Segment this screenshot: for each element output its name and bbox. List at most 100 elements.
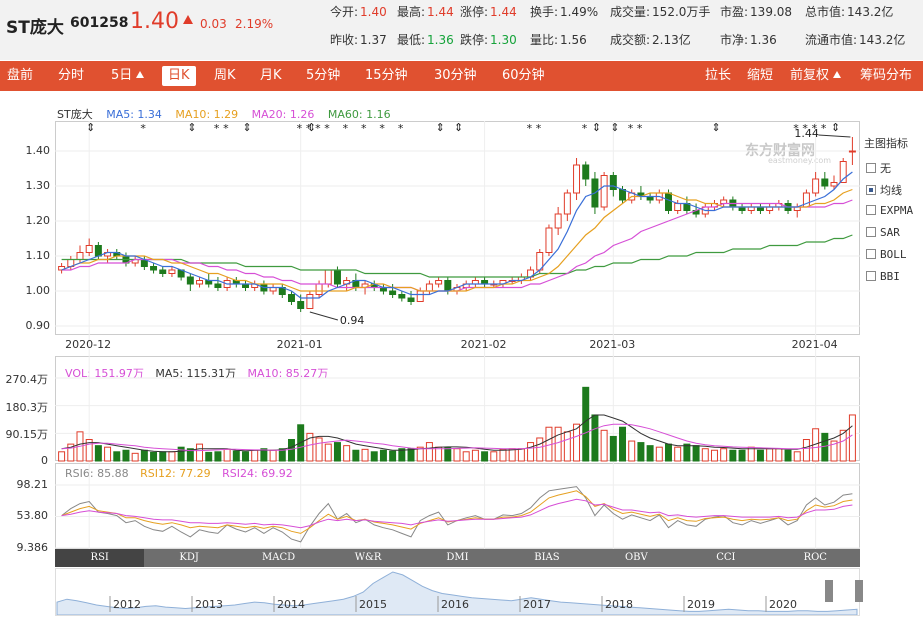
volume-bar — [692, 445, 700, 462]
candle-body — [389, 290, 397, 295]
candle-body — [416, 290, 424, 302]
radio-none[interactable] — [866, 163, 876, 173]
indicator-panel-title: 主图指标 — [864, 137, 908, 150]
volume-bar — [701, 448, 709, 462]
indicator-tab[interactable]: CCI — [681, 549, 770, 567]
volume-bar — [683, 443, 691, 462]
volume-bar — [379, 449, 387, 462]
volume-bar — [343, 445, 351, 462]
candle-body — [287, 294, 295, 302]
y-tick-label: 1.10 — [25, 249, 51, 262]
radio-ma[interactable] — [866, 185, 876, 195]
year-label: 2013 — [195, 598, 223, 611]
indicator-option-bbi-label: BBI — [880, 270, 900, 283]
event-star-icon: * — [213, 122, 220, 135]
volume-bar — [609, 435, 617, 462]
volume-bar — [168, 451, 176, 462]
indicator-option-sar[interactable]: SAR — [866, 226, 900, 239]
candle-body — [821, 178, 829, 187]
volume-bar — [710, 449, 718, 462]
ma5-line — [61, 171, 853, 299]
buy-sell-arrow-icon: ⇕ — [187, 121, 197, 134]
candle-body — [196, 280, 204, 285]
volume-bar — [223, 448, 231, 462]
radio-boll[interactable] — [866, 249, 876, 259]
volume-bar — [159, 451, 167, 462]
event-star-icon: * — [342, 122, 349, 135]
volume-bar — [674, 446, 682, 462]
volume-bar — [747, 446, 755, 462]
volume-bar — [665, 443, 672, 462]
volume-bar — [425, 442, 433, 462]
volume-bar — [793, 451, 801, 462]
candle-body — [94, 245, 102, 257]
event-star-icon: * — [636, 122, 643, 135]
year-label: 2018 — [605, 598, 633, 611]
volume-bar — [352, 449, 360, 462]
volume-bar — [196, 443, 204, 462]
indicator-tab[interactable]: W&R — [323, 549, 412, 567]
indicator-tab[interactable]: BIAS — [502, 549, 591, 567]
y-tick-label: 1.00 — [25, 284, 51, 297]
y-tick-label: 1.40 — [25, 144, 51, 157]
radio-bbi[interactable] — [866, 271, 876, 281]
candle-body — [306, 294, 314, 309]
event-star-icon: * — [526, 122, 533, 135]
candle-body — [830, 182, 838, 187]
event-star-icon: * — [324, 122, 330, 135]
indicator-tab[interactable]: KDJ — [144, 549, 233, 567]
indicator-option-expma[interactable]: EXPMA — [866, 204, 913, 217]
y-tick-label: 53.80 — [16, 509, 49, 523]
indicator-option-none[interactable]: 无 — [866, 160, 891, 176]
volume-bar — [242, 451, 249, 462]
y-tick-label: 0.90 — [25, 319, 51, 332]
indicator-tab[interactable]: DMI — [413, 549, 502, 567]
volume-bar — [848, 414, 856, 462]
y-tick-label: 1.30 — [25, 179, 51, 192]
event-star-icon: * — [296, 122, 303, 135]
buy-sell-arrow-icon: ⇕ — [435, 121, 445, 134]
candle-body — [545, 227, 553, 253]
volume-bar — [481, 451, 489, 462]
volume-bar — [177, 446, 185, 462]
volume-bar — [444, 446, 452, 462]
radio-expma[interactable] — [866, 205, 876, 215]
event-star-icon: * — [223, 122, 229, 135]
indicator-option-boll[interactable]: BOLL — [866, 248, 907, 261]
volume-bar — [802, 439, 810, 462]
volume-bar — [389, 450, 397, 462]
volume-bar — [655, 446, 663, 462]
volume-bar — [232, 450, 240, 462]
event-star-icon: * — [535, 122, 542, 135]
y-tick-label: 180.3万 — [5, 400, 49, 414]
volume-bar — [58, 451, 66, 462]
buy-sell-arrow-icon: ⇕ — [454, 121, 464, 134]
indicator-option-ma[interactable]: 均线 — [866, 182, 902, 198]
low-annotation-line — [309, 311, 339, 321]
buy-sell-arrow-icon: ⇕ — [831, 121, 841, 134]
buy-sell-arrow-icon: ⇕ — [591, 121, 602, 134]
volume-bar — [333, 442, 341, 462]
indicator-option-bbi[interactable]: BBI — [866, 270, 900, 283]
indicator-tab[interactable]: OBV — [592, 549, 681, 567]
high-price-annotation: 1.44 — [794, 127, 819, 140]
indicator-tab[interactable]: ROC — [771, 549, 860, 567]
rsi-line — [61, 498, 853, 529]
indicator-tab[interactable]: RSI — [55, 549, 145, 567]
candle-body — [159, 269, 167, 274]
event-star-icon: * — [379, 122, 385, 135]
volume-bar — [619, 426, 627, 462]
volume-bar — [462, 451, 470, 462]
indicator-tab[interactable]: MACD — [234, 549, 323, 567]
radio-sar[interactable] — [866, 227, 876, 237]
range-handle-right[interactable] — [855, 580, 863, 602]
volume-bar — [784, 449, 792, 462]
volume-bar — [517, 448, 525, 462]
range-handle-left[interactable] — [825, 580, 833, 602]
volume-bar — [205, 451, 213, 462]
rsi-line — [61, 486, 853, 543]
x-tick-label: 2020-12 — [65, 338, 112, 351]
candle-body — [619, 189, 627, 201]
volume-bar — [370, 451, 378, 462]
volume-bar — [214, 451, 222, 462]
